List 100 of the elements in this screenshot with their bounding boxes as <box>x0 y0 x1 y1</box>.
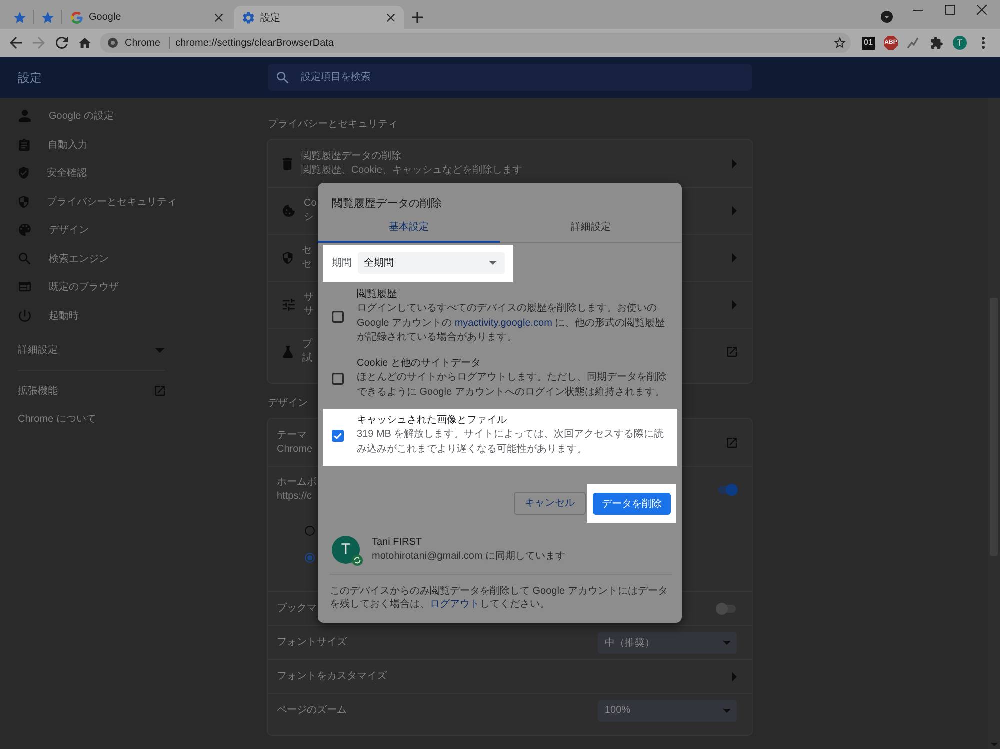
caret-right-icon[interactable] <box>732 253 737 263</box>
person-icon <box>19 110 31 122</box>
browser-tab[interactable]: 設定 <box>234 6 404 29</box>
option-title: Cookie と他のサイトデータ <box>357 357 481 372</box>
account-name: Tani FIRST <box>372 536 422 550</box>
caret-down-icon <box>489 261 497 265</box>
shield-icon <box>283 252 293 264</box>
menu-icon[interactable] <box>982 37 985 49</box>
caret-circle-icon[interactable] <box>881 11 893 23</box>
dropdown[interactable]: 中（推奨） <box>598 632 737 654</box>
setting-title: ページのズーム <box>277 704 347 718</box>
trash-icon <box>283 158 292 170</box>
setting-description: 閲覧履歴、Cookie、キャッシュなどを削除します <box>301 164 522 178</box>
search-icon <box>277 72 289 84</box>
toggle-switch[interactable] <box>716 484 738 496</box>
checkbox[interactable] <box>332 372 344 385</box>
caret-right-icon[interactable] <box>732 158 737 168</box>
checkbox[interactable] <box>332 430 344 442</box>
site-info-icon[interactable] <box>108 38 118 48</box>
search-field[interactable]: 設定項目を検索 <box>268 64 752 91</box>
browser-tab[interactable]: Google <box>62 6 232 29</box>
bookmark-star-icon[interactable] <box>834 37 846 49</box>
close-icon[interactable] <box>215 14 223 22</box>
checkbox[interactable] <box>332 310 344 323</box>
reload-icon[interactable] <box>56 37 68 49</box>
setting-description: サ <box>304 305 314 319</box>
setting-title: Co <box>304 197 317 211</box>
setting-title: 閲覧履歴データの削除 <box>301 150 402 164</box>
setting-title: プ <box>302 338 312 352</box>
setting-description: https://c <box>277 490 312 504</box>
home-icon[interactable] <box>79 38 91 48</box>
sync-status: motohirotani@gmail.com に同期しています <box>372 550 566 564</box>
caret-right-icon[interactable] <box>732 672 737 682</box>
delete-data-button[interactable]: データを削除 <box>593 492 671 515</box>
setting-title: セ <box>302 244 312 258</box>
puzzle-icon[interactable] <box>931 37 943 49</box>
dialog-tab[interactable]: 詳細設定 <box>500 213 682 243</box>
cancel-button[interactable]: キャンセル <box>514 492 586 515</box>
radio-button[interactable] <box>305 526 315 536</box>
sidebar-link[interactable]: 拡張機能 <box>18 377 165 405</box>
url-text: chrome://settings/clearBrowserData <box>176 38 334 48</box>
extension-button[interactable]: 01 <box>862 36 875 50</box>
scrollbar[interactable] <box>988 98 1000 749</box>
option-title: キャッシュされた画像とファイル <box>357 414 507 428</box>
sidebar-item[interactable]: 安全確認 <box>19 166 87 180</box>
close-icon[interactable] <box>387 14 395 22</box>
setting-description: セ <box>302 258 312 272</box>
setting-title: テーマ <box>277 428 307 442</box>
address-bar[interactable]: Chrome chrome://settings/clearBrowserData <box>100 33 851 53</box>
shield-icon <box>19 196 29 208</box>
power-icon <box>19 310 31 322</box>
setting-title: ホームボ <box>277 476 317 490</box>
toggle-switch[interactable] <box>716 602 738 614</box>
advanced-settings-toggle[interactable]: 詳細設定 <box>18 336 165 364</box>
caret-right-icon[interactable] <box>732 206 737 216</box>
sidebar-item[interactable]: 起動時 <box>19 308 79 323</box>
sidebar-item[interactable]: Google の設定 <box>19 109 114 124</box>
dropdown[interactable]: 100% <box>598 700 737 722</box>
option-description: ほとんどのサイトからログアウトします。ただし、同期データを削除できるように Google アカウントへのログイン状態は維持されます。 <box>357 371 668 400</box>
setting-description: Chrome <box>277 442 313 456</box>
shield-check-icon <box>19 167 29 180</box>
time-range-label: 期間 <box>332 256 352 270</box>
sync-badge-icon <box>352 554 363 566</box>
back-icon[interactable] <box>10 37 22 49</box>
section-heading: デザイン <box>268 397 308 411</box>
caret-right-icon[interactable] <box>732 300 737 310</box>
profile-avatar[interactable]: T <box>953 36 967 50</box>
activity-link[interactable]: myactivity.google.com <box>454 318 552 329</box>
site-label: Chrome <box>125 38 161 48</box>
sidebar-item[interactable]: デザイン <box>19 223 89 238</box>
close-window-icon[interactable] <box>977 5 987 15</box>
option-title: 閲覧履歴 <box>357 288 397 302</box>
caret-down-icon <box>723 640 731 644</box>
gear-icon <box>243 12 254 24</box>
setting-title: ブックマ <box>277 602 317 616</box>
sidebar-item[interactable]: プライバシーとセキュリティ <box>19 194 177 209</box>
radio-button[interactable] <box>305 552 315 562</box>
logout-link[interactable]: ログアウト <box>430 599 480 610</box>
maximize-icon[interactable] <box>945 5 955 15</box>
external-link-icon[interactable] <box>727 347 737 357</box>
external-link-icon[interactable] <box>727 438 737 448</box>
dialog-tab[interactable]: 基本設定 <box>318 213 500 243</box>
cookie-icon <box>283 205 295 217</box>
zigzag-icon[interactable] <box>907 37 919 49</box>
caret-down-icon <box>723 708 731 712</box>
palette-icon <box>19 224 31 236</box>
page-title: 設定 <box>18 70 42 84</box>
setting-description: 試 <box>302 352 312 366</box>
sidebar-item[interactable]: 既定のブラウザ <box>19 280 119 294</box>
option-description: ログインしているすべてのデバイスの履歴を削除します。お使いの Google アカウントの myactivity.google.com に、他の形式の閲覧履歴が記録されている場合があります。 <box>357 302 666 345</box>
setting-title: フォントをカスタマイズ <box>277 670 387 684</box>
browser-window-icon <box>19 282 31 292</box>
star-icon <box>42 12 54 24</box>
sidebar-item[interactable]: 自動入力 <box>19 138 88 152</box>
new-tab-icon[interactable] <box>412 12 423 23</box>
sidebar-link[interactable]: Chrome について <box>18 405 165 433</box>
dialog-title: 閲覧履歴データの削除 <box>332 197 442 211</box>
time-range-dropdown[interactable]: 全期間 <box>358 252 505 274</box>
external-link-icon <box>155 386 165 396</box>
sidebar-item[interactable]: 検索エンジン <box>19 252 109 266</box>
